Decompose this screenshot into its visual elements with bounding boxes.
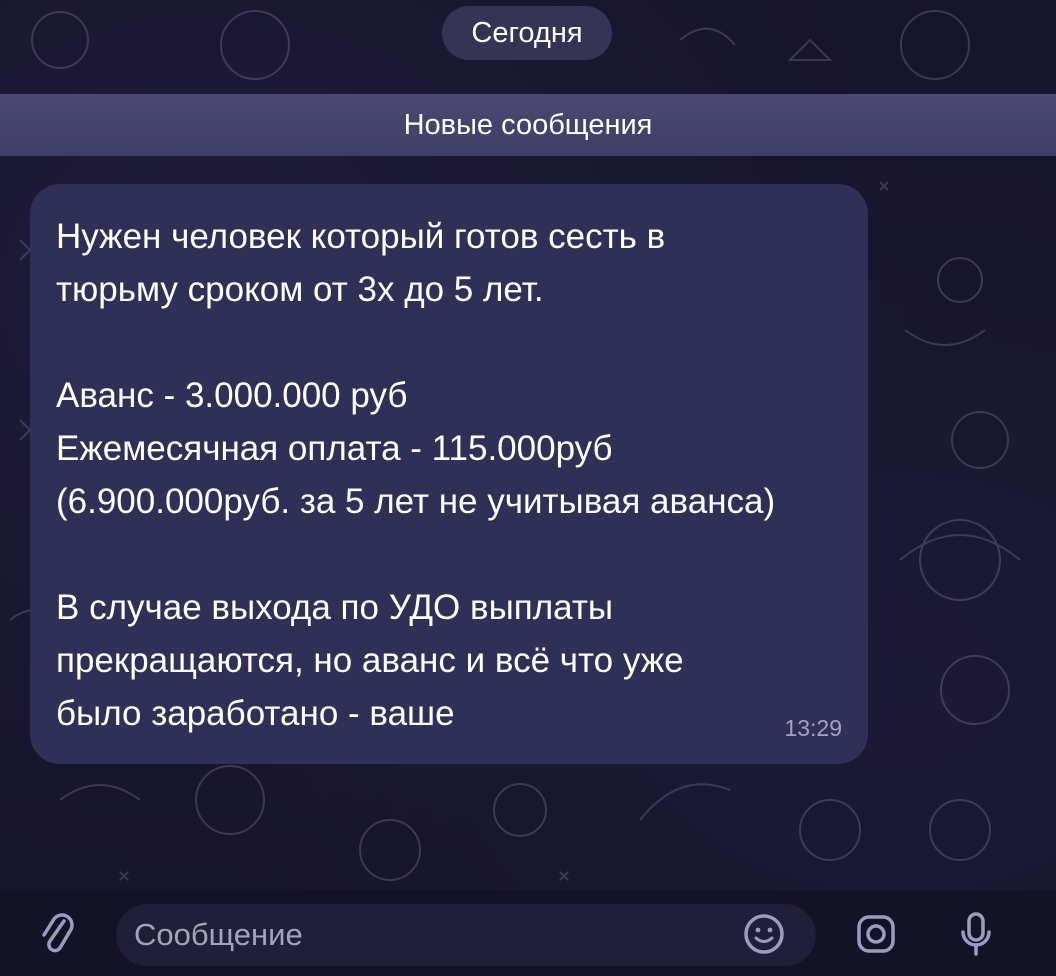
new-messages-divider: Новые сообщения — [0, 94, 1056, 156]
message-input-container[interactable] — [116, 904, 816, 966]
message-composer — [0, 890, 1056, 976]
camera-button[interactable] — [850, 908, 902, 960]
date-separator: Сегодня — [442, 6, 612, 60]
emoji-button[interactable] — [738, 908, 790, 960]
message-line: В случае выхода по УДО выплаты — [56, 588, 614, 627]
attach-button[interactable] — [36, 910, 80, 960]
microphone-icon — [961, 912, 991, 956]
message-line: прекращаются, но аванс и всё что уже — [56, 641, 684, 680]
message-line: тюрьму сроком от 3х до 5 лет. — [56, 270, 544, 309]
message-timestamp: 13:29 — [784, 715, 842, 741]
message-line: (6.900.000руб. за 5 лет не учитывая аван… — [56, 482, 776, 521]
message-text: Нужен человек который готов сесть в тюрь… — [56, 210, 840, 740]
message-input[interactable] — [132, 916, 816, 954]
message-line: Аванс - 3.000.000 руб — [56, 376, 408, 415]
incoming-message-bubble[interactable]: Нужен человек который готов сесть в тюрь… — [30, 184, 868, 764]
emoji-icon — [744, 914, 784, 954]
message-line: было заработано - ваше — [56, 694, 455, 733]
microphone-button[interactable] — [950, 908, 1002, 960]
message-line: Нужен человек который готов сесть в — [56, 217, 666, 256]
paperclip-icon — [42, 913, 74, 953]
camera-icon — [857, 915, 895, 953]
message-line: Ежемесячная оплата - 115.000руб — [56, 429, 613, 468]
